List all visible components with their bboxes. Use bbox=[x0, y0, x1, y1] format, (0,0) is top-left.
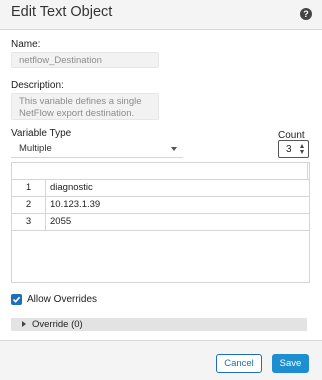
row-value[interactable]: diagnostic bbox=[50, 180, 93, 196]
dialog-footer: Cancel Save bbox=[0, 340, 322, 380]
table-row[interactable]: 3 2055 bbox=[12, 214, 309, 231]
row-index: 2 bbox=[12, 197, 46, 213]
help-icon[interactable]: ? bbox=[300, 8, 312, 20]
description-field[interactable]: This variable defines a single NetFlow e… bbox=[11, 93, 159, 120]
row-index: 3 bbox=[12, 214, 46, 230]
row-value[interactable]: 2055 bbox=[50, 214, 71, 230]
variable-type-label: Variable Type bbox=[11, 128, 72, 139]
table-row[interactable]: 1 diagnostic bbox=[12, 180, 309, 197]
description-line-1: This variable defines a single bbox=[19, 96, 142, 107]
spin-down-icon[interactable] bbox=[300, 150, 304, 154]
save-button[interactable]: Save bbox=[272, 354, 309, 373]
override-label: Override (0) bbox=[32, 319, 83, 330]
caret-right-icon bbox=[22, 321, 26, 327]
cancel-button[interactable]: Cancel bbox=[216, 354, 262, 373]
row-index: 1 bbox=[12, 180, 46, 196]
dialog-title: Edit Text Object bbox=[11, 4, 113, 20]
table-row[interactable]: 2 10.123.1.39 bbox=[12, 197, 309, 214]
edit-text-object-dialog: Edit Text Object ? Name: netflow_Destina… bbox=[0, 0, 322, 380]
table-header bbox=[12, 163, 309, 180]
count-stepper[interactable]: 3 bbox=[278, 140, 309, 158]
count-value: 3 bbox=[286, 144, 292, 155]
row-value[interactable]: 10.123.1.39 bbox=[50, 197, 100, 213]
variable-type-value: Multiple bbox=[19, 143, 52, 154]
description-line-2: NetFlow export destination. bbox=[19, 107, 135, 119]
chevron-down-icon bbox=[171, 147, 177, 151]
allow-overrides-checkbox[interactable] bbox=[11, 294, 22, 305]
variable-type-select[interactable]: Multiple bbox=[11, 140, 183, 158]
values-table: 1 diagnostic 2 10.123.1.39 3 2055 bbox=[11, 162, 310, 283]
allow-overrides-label[interactable]: Allow Overrides bbox=[27, 294, 97, 305]
table-scrollbar[interactable] bbox=[307, 163, 309, 179]
name-field[interactable]: netflow_Destination bbox=[11, 52, 159, 68]
dialog-header: Edit Text Object ? bbox=[0, 0, 322, 30]
name-label: Name: bbox=[11, 39, 41, 50]
description-label: Description: bbox=[11, 80, 64, 91]
checkmark-icon bbox=[12, 296, 21, 303]
spin-up-icon[interactable] bbox=[300, 144, 304, 148]
override-section-toggle[interactable]: Override (0) bbox=[11, 318, 307, 331]
